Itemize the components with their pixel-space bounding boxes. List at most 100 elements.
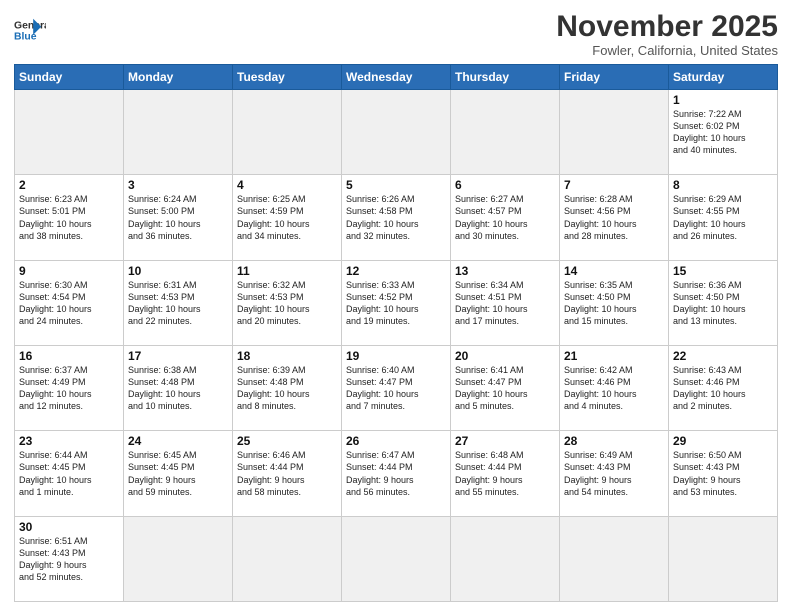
calendar-day-cell bbox=[560, 516, 669, 601]
calendar-week-row: 23Sunrise: 6:44 AM Sunset: 4:45 PM Dayli… bbox=[15, 431, 778, 516]
day-number: 5 bbox=[346, 178, 446, 192]
day-info: Sunrise: 6:37 AM Sunset: 4:49 PM Dayligh… bbox=[19, 364, 119, 413]
generalblue-icon: General Blue bbox=[14, 14, 46, 46]
calendar-day-cell bbox=[451, 516, 560, 601]
day-info: Sunrise: 6:48 AM Sunset: 4:44 PM Dayligh… bbox=[455, 449, 555, 498]
day-info: Sunrise: 6:29 AM Sunset: 4:55 PM Dayligh… bbox=[673, 193, 773, 242]
calendar-day-cell: 8Sunrise: 6:29 AM Sunset: 4:55 PM Daylig… bbox=[669, 175, 778, 260]
day-number: 30 bbox=[19, 520, 119, 534]
day-info: Sunrise: 6:38 AM Sunset: 4:48 PM Dayligh… bbox=[128, 364, 228, 413]
calendar-day-cell: 28Sunrise: 6:49 AM Sunset: 4:43 PM Dayli… bbox=[560, 431, 669, 516]
calendar-day-cell: 30Sunrise: 6:51 AM Sunset: 4:43 PM Dayli… bbox=[15, 516, 124, 601]
svg-text:General: General bbox=[14, 20, 46, 31]
calendar-day-cell: 26Sunrise: 6:47 AM Sunset: 4:44 PM Dayli… bbox=[342, 431, 451, 516]
calendar-day-cell bbox=[342, 90, 451, 175]
page: General Blue November 2025 Fowler, Calif… bbox=[0, 0, 792, 612]
day-info: Sunrise: 6:26 AM Sunset: 4:58 PM Dayligh… bbox=[346, 193, 446, 242]
calendar-day-header: Wednesday bbox=[342, 65, 451, 90]
day-info: Sunrise: 6:23 AM Sunset: 5:01 PM Dayligh… bbox=[19, 193, 119, 242]
calendar-day-cell: 24Sunrise: 6:45 AM Sunset: 4:45 PM Dayli… bbox=[124, 431, 233, 516]
day-info: Sunrise: 6:46 AM Sunset: 4:44 PM Dayligh… bbox=[237, 449, 337, 498]
calendar-day-header: Thursday bbox=[451, 65, 560, 90]
day-number: 15 bbox=[673, 264, 773, 278]
day-number: 4 bbox=[237, 178, 337, 192]
calendar-day-cell bbox=[560, 90, 669, 175]
calendar-day-cell: 20Sunrise: 6:41 AM Sunset: 4:47 PM Dayli… bbox=[451, 345, 560, 430]
calendar-day-cell bbox=[15, 90, 124, 175]
day-info: Sunrise: 6:42 AM Sunset: 4:46 PM Dayligh… bbox=[564, 364, 664, 413]
day-info: Sunrise: 6:31 AM Sunset: 4:53 PM Dayligh… bbox=[128, 279, 228, 328]
day-number: 27 bbox=[455, 434, 555, 448]
day-number: 21 bbox=[564, 349, 664, 363]
day-number: 2 bbox=[19, 178, 119, 192]
day-info: Sunrise: 6:32 AM Sunset: 4:53 PM Dayligh… bbox=[237, 279, 337, 328]
calendar-day-cell: 3Sunrise: 6:24 AM Sunset: 5:00 PM Daylig… bbox=[124, 175, 233, 260]
calendar-day-cell bbox=[451, 90, 560, 175]
calendar-week-row: 1Sunrise: 7:22 AM Sunset: 6:02 PM Daylig… bbox=[15, 90, 778, 175]
day-info: Sunrise: 6:34 AM Sunset: 4:51 PM Dayligh… bbox=[455, 279, 555, 328]
day-info: Sunrise: 6:43 AM Sunset: 4:46 PM Dayligh… bbox=[673, 364, 773, 413]
day-number: 13 bbox=[455, 264, 555, 278]
calendar-day-cell: 23Sunrise: 6:44 AM Sunset: 4:45 PM Dayli… bbox=[15, 431, 124, 516]
day-number: 24 bbox=[128, 434, 228, 448]
calendar-day-cell: 15Sunrise: 6:36 AM Sunset: 4:50 PM Dayli… bbox=[669, 260, 778, 345]
day-number: 29 bbox=[673, 434, 773, 448]
calendar-day-cell: 6Sunrise: 6:27 AM Sunset: 4:57 PM Daylig… bbox=[451, 175, 560, 260]
day-number: 16 bbox=[19, 349, 119, 363]
day-info: Sunrise: 6:40 AM Sunset: 4:47 PM Dayligh… bbox=[346, 364, 446, 413]
calendar-week-row: 2Sunrise: 6:23 AM Sunset: 5:01 PM Daylig… bbox=[15, 175, 778, 260]
calendar-header-row: SundayMondayTuesdayWednesdayThursdayFrid… bbox=[15, 65, 778, 90]
calendar-day-cell bbox=[124, 90, 233, 175]
calendar-day-cell bbox=[342, 516, 451, 601]
day-number: 7 bbox=[564, 178, 664, 192]
calendar-day-cell: 1Sunrise: 7:22 AM Sunset: 6:02 PM Daylig… bbox=[669, 90, 778, 175]
calendar-day-cell: 5Sunrise: 6:26 AM Sunset: 4:58 PM Daylig… bbox=[342, 175, 451, 260]
calendar-day-cell bbox=[124, 516, 233, 601]
day-number: 12 bbox=[346, 264, 446, 278]
calendar-day-cell: 16Sunrise: 6:37 AM Sunset: 4:49 PM Dayli… bbox=[15, 345, 124, 430]
calendar-day-cell: 7Sunrise: 6:28 AM Sunset: 4:56 PM Daylig… bbox=[560, 175, 669, 260]
calendar-day-header: Sunday bbox=[15, 65, 124, 90]
calendar-week-row: 30Sunrise: 6:51 AM Sunset: 4:43 PM Dayli… bbox=[15, 516, 778, 601]
day-number: 1 bbox=[673, 93, 773, 107]
calendar-day-cell: 22Sunrise: 6:43 AM Sunset: 4:46 PM Dayli… bbox=[669, 345, 778, 430]
day-info: Sunrise: 6:45 AM Sunset: 4:45 PM Dayligh… bbox=[128, 449, 228, 498]
day-info: Sunrise: 6:35 AM Sunset: 4:50 PM Dayligh… bbox=[564, 279, 664, 328]
day-info: Sunrise: 6:28 AM Sunset: 4:56 PM Dayligh… bbox=[564, 193, 664, 242]
calendar-week-row: 16Sunrise: 6:37 AM Sunset: 4:49 PM Dayli… bbox=[15, 345, 778, 430]
day-number: 20 bbox=[455, 349, 555, 363]
day-info: Sunrise: 6:51 AM Sunset: 4:43 PM Dayligh… bbox=[19, 535, 119, 584]
day-number: 3 bbox=[128, 178, 228, 192]
title-block: November 2025 Fowler, California, United… bbox=[556, 10, 778, 58]
month-title: November 2025 bbox=[556, 10, 778, 43]
calendar-day-cell: 21Sunrise: 6:42 AM Sunset: 4:46 PM Dayli… bbox=[560, 345, 669, 430]
day-info: Sunrise: 6:36 AM Sunset: 4:50 PM Dayligh… bbox=[673, 279, 773, 328]
day-number: 10 bbox=[128, 264, 228, 278]
calendar-day-cell: 14Sunrise: 6:35 AM Sunset: 4:50 PM Dayli… bbox=[560, 260, 669, 345]
day-info: Sunrise: 6:41 AM Sunset: 4:47 PM Dayligh… bbox=[455, 364, 555, 413]
day-number: 22 bbox=[673, 349, 773, 363]
day-info: Sunrise: 6:47 AM Sunset: 4:44 PM Dayligh… bbox=[346, 449, 446, 498]
day-info: Sunrise: 6:30 AM Sunset: 4:54 PM Dayligh… bbox=[19, 279, 119, 328]
day-number: 6 bbox=[455, 178, 555, 192]
day-number: 18 bbox=[237, 349, 337, 363]
calendar-day-header: Friday bbox=[560, 65, 669, 90]
calendar-day-cell: 12Sunrise: 6:33 AM Sunset: 4:52 PM Dayli… bbox=[342, 260, 451, 345]
day-info: Sunrise: 6:25 AM Sunset: 4:59 PM Dayligh… bbox=[237, 193, 337, 242]
calendar-day-header: Saturday bbox=[669, 65, 778, 90]
calendar-day-cell: 17Sunrise: 6:38 AM Sunset: 4:48 PM Dayli… bbox=[124, 345, 233, 430]
calendar-day-cell: 27Sunrise: 6:48 AM Sunset: 4:44 PM Dayli… bbox=[451, 431, 560, 516]
calendar-day-cell: 10Sunrise: 6:31 AM Sunset: 4:53 PM Dayli… bbox=[124, 260, 233, 345]
day-number: 17 bbox=[128, 349, 228, 363]
day-info: Sunrise: 6:44 AM Sunset: 4:45 PM Dayligh… bbox=[19, 449, 119, 498]
calendar-day-header: Tuesday bbox=[233, 65, 342, 90]
day-number: 9 bbox=[19, 264, 119, 278]
day-number: 11 bbox=[237, 264, 337, 278]
day-number: 25 bbox=[237, 434, 337, 448]
calendar-table: SundayMondayTuesdayWednesdayThursdayFrid… bbox=[14, 64, 778, 602]
calendar-day-cell bbox=[233, 90, 342, 175]
day-number: 23 bbox=[19, 434, 119, 448]
day-info: Sunrise: 6:49 AM Sunset: 4:43 PM Dayligh… bbox=[564, 449, 664, 498]
calendar-day-cell: 9Sunrise: 6:30 AM Sunset: 4:54 PM Daylig… bbox=[15, 260, 124, 345]
day-number: 19 bbox=[346, 349, 446, 363]
